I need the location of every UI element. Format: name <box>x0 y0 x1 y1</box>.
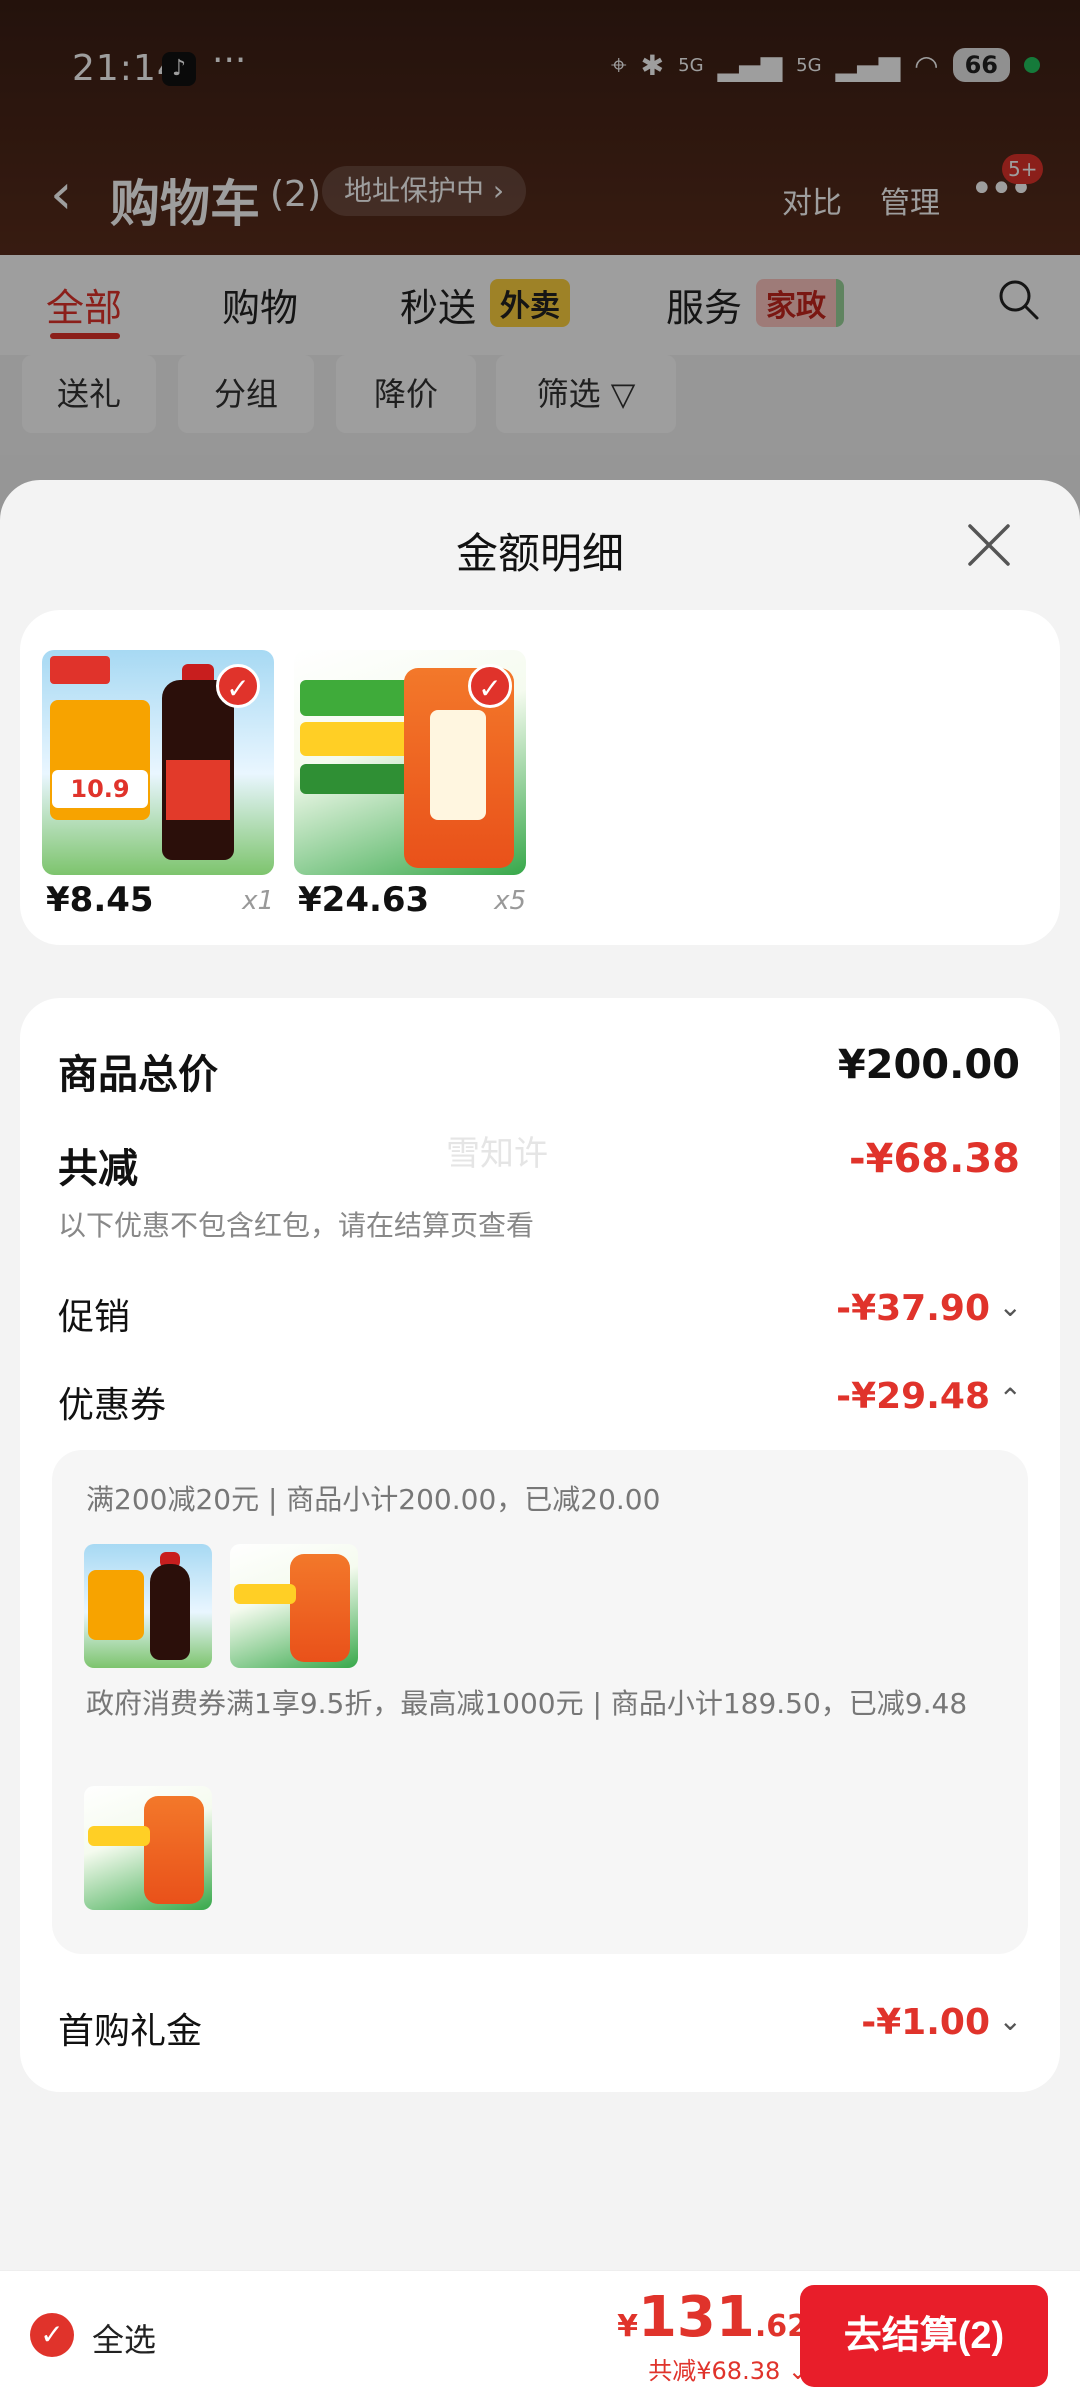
product-price: ¥8.45 <box>46 880 154 920</box>
checkout-bar: ✓ 全选 ¥131.62 共减¥68.38 ⌄ 去结算(2) <box>0 2270 1080 2400</box>
first-buy-label[interactable]: 首购礼金 <box>58 2002 202 2054</box>
banner <box>300 764 410 794</box>
coupon-detail-box: 满200减20元 | 商品小计200.00，已减20.00 政府消费券满1享9.… <box>52 1450 1028 1954</box>
sheet-title: 金额明细 <box>455 529 624 578</box>
product-quantity: x5 <box>494 886 526 916</box>
chevron-down-icon[interactable]: ⌄ <box>999 2004 1022 2037</box>
rice-bag-image: ✓ <box>294 650 526 875</box>
select-all-check-icon[interactable]: ✓ <box>30 2313 74 2357</box>
product-quantity: x1 <box>242 886 274 916</box>
selected-check-icon[interactable]: ✓ <box>468 664 512 708</box>
coupon-detail-text: 满200减20元 | 商品小计200.00，已减20.00 <box>86 1483 661 1516</box>
chevron-up-icon[interactable]: ⌃ <box>999 1382 1022 1415</box>
price-integer: 131 <box>637 2285 755 2350</box>
checkout-button[interactable]: 去结算(2) <box>800 2285 1048 2387</box>
coupon-value[interactable]: -¥29.48 <box>836 1376 990 1417</box>
soy-sauce-image: 10.9 ✓ <box>42 650 274 875</box>
amount-card: 商品总价 ¥200.00 雪知许 共减 -¥68.38 以下优惠不包含红包，请在… <box>20 998 1060 2092</box>
total-price-value: ¥200.00 <box>837 1042 1020 1088</box>
promo-panel <box>88 1570 144 1640</box>
amount-detail-sheet: 金额明细 10.9 ✓ ¥8.45 x1 ✓ ¥24.63 x5 商品总价 ¥2… <box>0 480 1080 2400</box>
discount-note: 以下优惠不包含红包，请在结算页查看 <box>58 1209 535 1242</box>
chevron-down-icon[interactable]: ⌄ <box>999 1290 1022 1323</box>
banner <box>300 680 420 716</box>
select-all-label[interactable]: 全选 <box>92 2315 156 2361</box>
discount-label: 共减 <box>58 1146 138 1192</box>
product-card: 10.9 ✓ ¥8.45 x1 ✓ ¥24.63 x5 <box>20 610 1060 945</box>
rice-bag-thumb <box>230 1544 358 1668</box>
total-price-label: 商品总价 <box>58 1052 218 1098</box>
rice-bag <box>144 1796 204 1904</box>
bottle-label <box>166 760 230 820</box>
promo-label[interactable]: 促销 <box>58 1288 130 1340</box>
brand-logo <box>50 656 110 684</box>
banner <box>88 1826 150 1846</box>
saved-amount-text: 共减¥68.38 <box>648 2357 781 2385</box>
coupon-detail-text: 政府消费券满1享9.5折，最高减1000元 | 商品小计189.50，已减9.4… <box>86 1687 968 1720</box>
first-buy-value[interactable]: -¥1.00 <box>861 2002 990 2043</box>
currency-symbol: ¥ <box>617 2309 638 2344</box>
selected-check-icon[interactable]: ✓ <box>216 664 260 708</box>
saved-amount[interactable]: 共减¥68.38 ⌄ <box>648 2351 808 2386</box>
price-tag: 10.9 <box>52 770 148 808</box>
rice-bag-label <box>430 710 486 820</box>
banner <box>234 1584 296 1604</box>
total-payable: ¥131.62 <box>617 2285 808 2350</box>
product-price: ¥24.63 <box>298 880 430 920</box>
banner <box>300 722 420 756</box>
product-item[interactable]: 10.9 ✓ ¥8.45 x1 <box>42 650 274 920</box>
rice-bag <box>290 1554 350 1662</box>
soy-sauce-thumb <box>84 1544 212 1668</box>
bottle <box>150 1564 190 1660</box>
rice-bag-thumb <box>84 1786 212 1910</box>
product-item[interactable]: ✓ ¥24.63 x5 <box>294 650 526 920</box>
discount-value: -¥68.38 <box>849 1136 1020 1182</box>
close-icon[interactable] <box>964 520 1014 570</box>
coupon-label[interactable]: 优惠券 <box>58 1376 166 1428</box>
watermark: 雪知许 <box>446 1134 548 1174</box>
promo-value[interactable]: -¥37.90 <box>836 1288 990 1329</box>
